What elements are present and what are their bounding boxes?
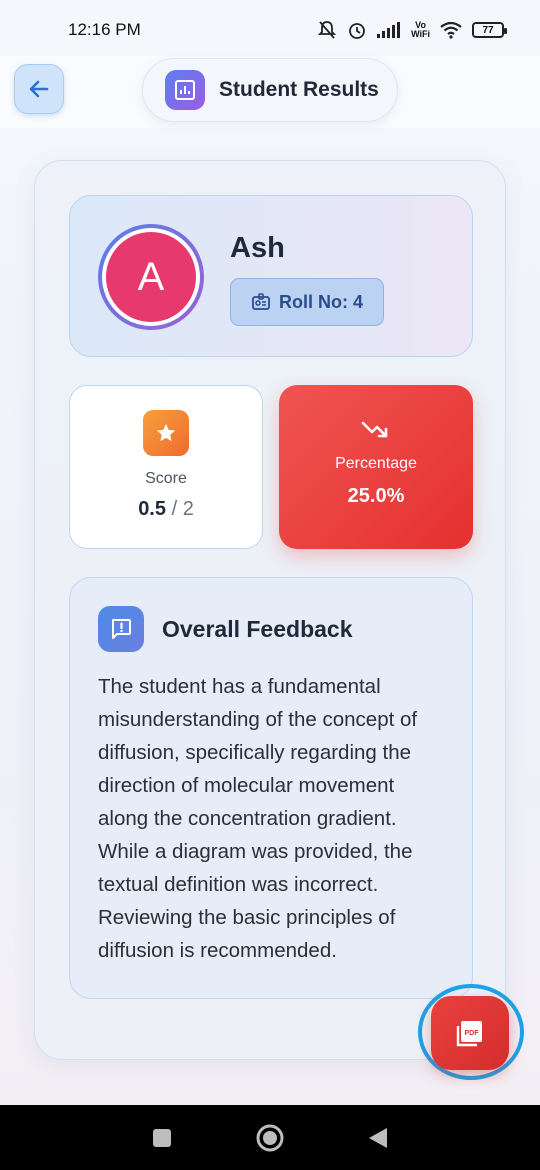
feedback-text: The student has a fundamental misunderst… (98, 675, 418, 962)
id-badge-icon (252, 293, 270, 310)
score-value: 0.5 / 2 (138, 498, 194, 521)
alarm-icon (349, 23, 365, 39)
home-icon[interactable] (255, 1123, 285, 1153)
avatar-ring: A (98, 224, 204, 330)
screen: 12:16 PM Vo WiFi 77 Student Results A As… (0, 0, 540, 1170)
message-alert-icon (98, 606, 144, 652)
vowifi-indicator: Vo WiFi (411, 21, 430, 39)
page-title: Student Results (219, 78, 379, 101)
system-nav-bar (0, 1105, 540, 1170)
score-card: Score 0.5 / 2 (69, 385, 263, 549)
download-pdf-button[interactable]: PDF (431, 996, 509, 1070)
vowifi-bottom: WiFi (411, 29, 430, 39)
back-button[interactable] (14, 64, 64, 114)
status-bar: 12:16 PM Vo WiFi 77 (0, 0, 540, 60)
trending-down-icon (361, 421, 388, 438)
avatar: A (106, 232, 196, 322)
wifi-icon (440, 21, 462, 39)
feedback-card: Overall Feedback The student has a funda… (69, 577, 473, 999)
battery-icon: 77 (472, 22, 507, 38)
bar-chart-icon (165, 70, 205, 110)
feedback-title: Overall Feedback (162, 616, 353, 642)
app-header: Student Results (0, 56, 540, 128)
student-profile-card: A Ash Roll No: 4 (69, 195, 473, 357)
back-nav-icon[interactable] (367, 1126, 389, 1150)
status-time: 12:16 PM (68, 20, 141, 39)
score-total: 2 (182, 498, 194, 520)
roll-number-badge: Roll No: 4 (230, 278, 384, 326)
percentage-label: Percentage (335, 455, 417, 472)
recents-icon[interactable] (151, 1127, 173, 1149)
score-label: Score (145, 470, 187, 487)
arrow-left-icon (29, 80, 49, 98)
score-separator: / (171, 498, 178, 520)
percentage-card: Percentage 25.0% (279, 385, 473, 549)
pdf-label: PDF (465, 1030, 480, 1037)
roll-number-label: Roll No: 4 (279, 291, 363, 312)
page-title-pill: Student Results (142, 58, 398, 122)
star-icon (143, 410, 189, 456)
percentage-value: 25.0% (347, 485, 405, 507)
score-obtained: 0.5 (138, 498, 166, 520)
student-name: Ash (230, 232, 285, 264)
battery-level: 77 (482, 24, 494, 36)
results-card: A Ash Roll No: 4 Score 0.5 / 2 Percentag… (34, 160, 506, 1060)
pdf-file-icon: PDF (456, 1021, 482, 1047)
mute-bell-icon (317, 21, 337, 39)
signal-icon (377, 22, 401, 38)
status-icons: Vo WiFi 77 (317, 20, 507, 40)
